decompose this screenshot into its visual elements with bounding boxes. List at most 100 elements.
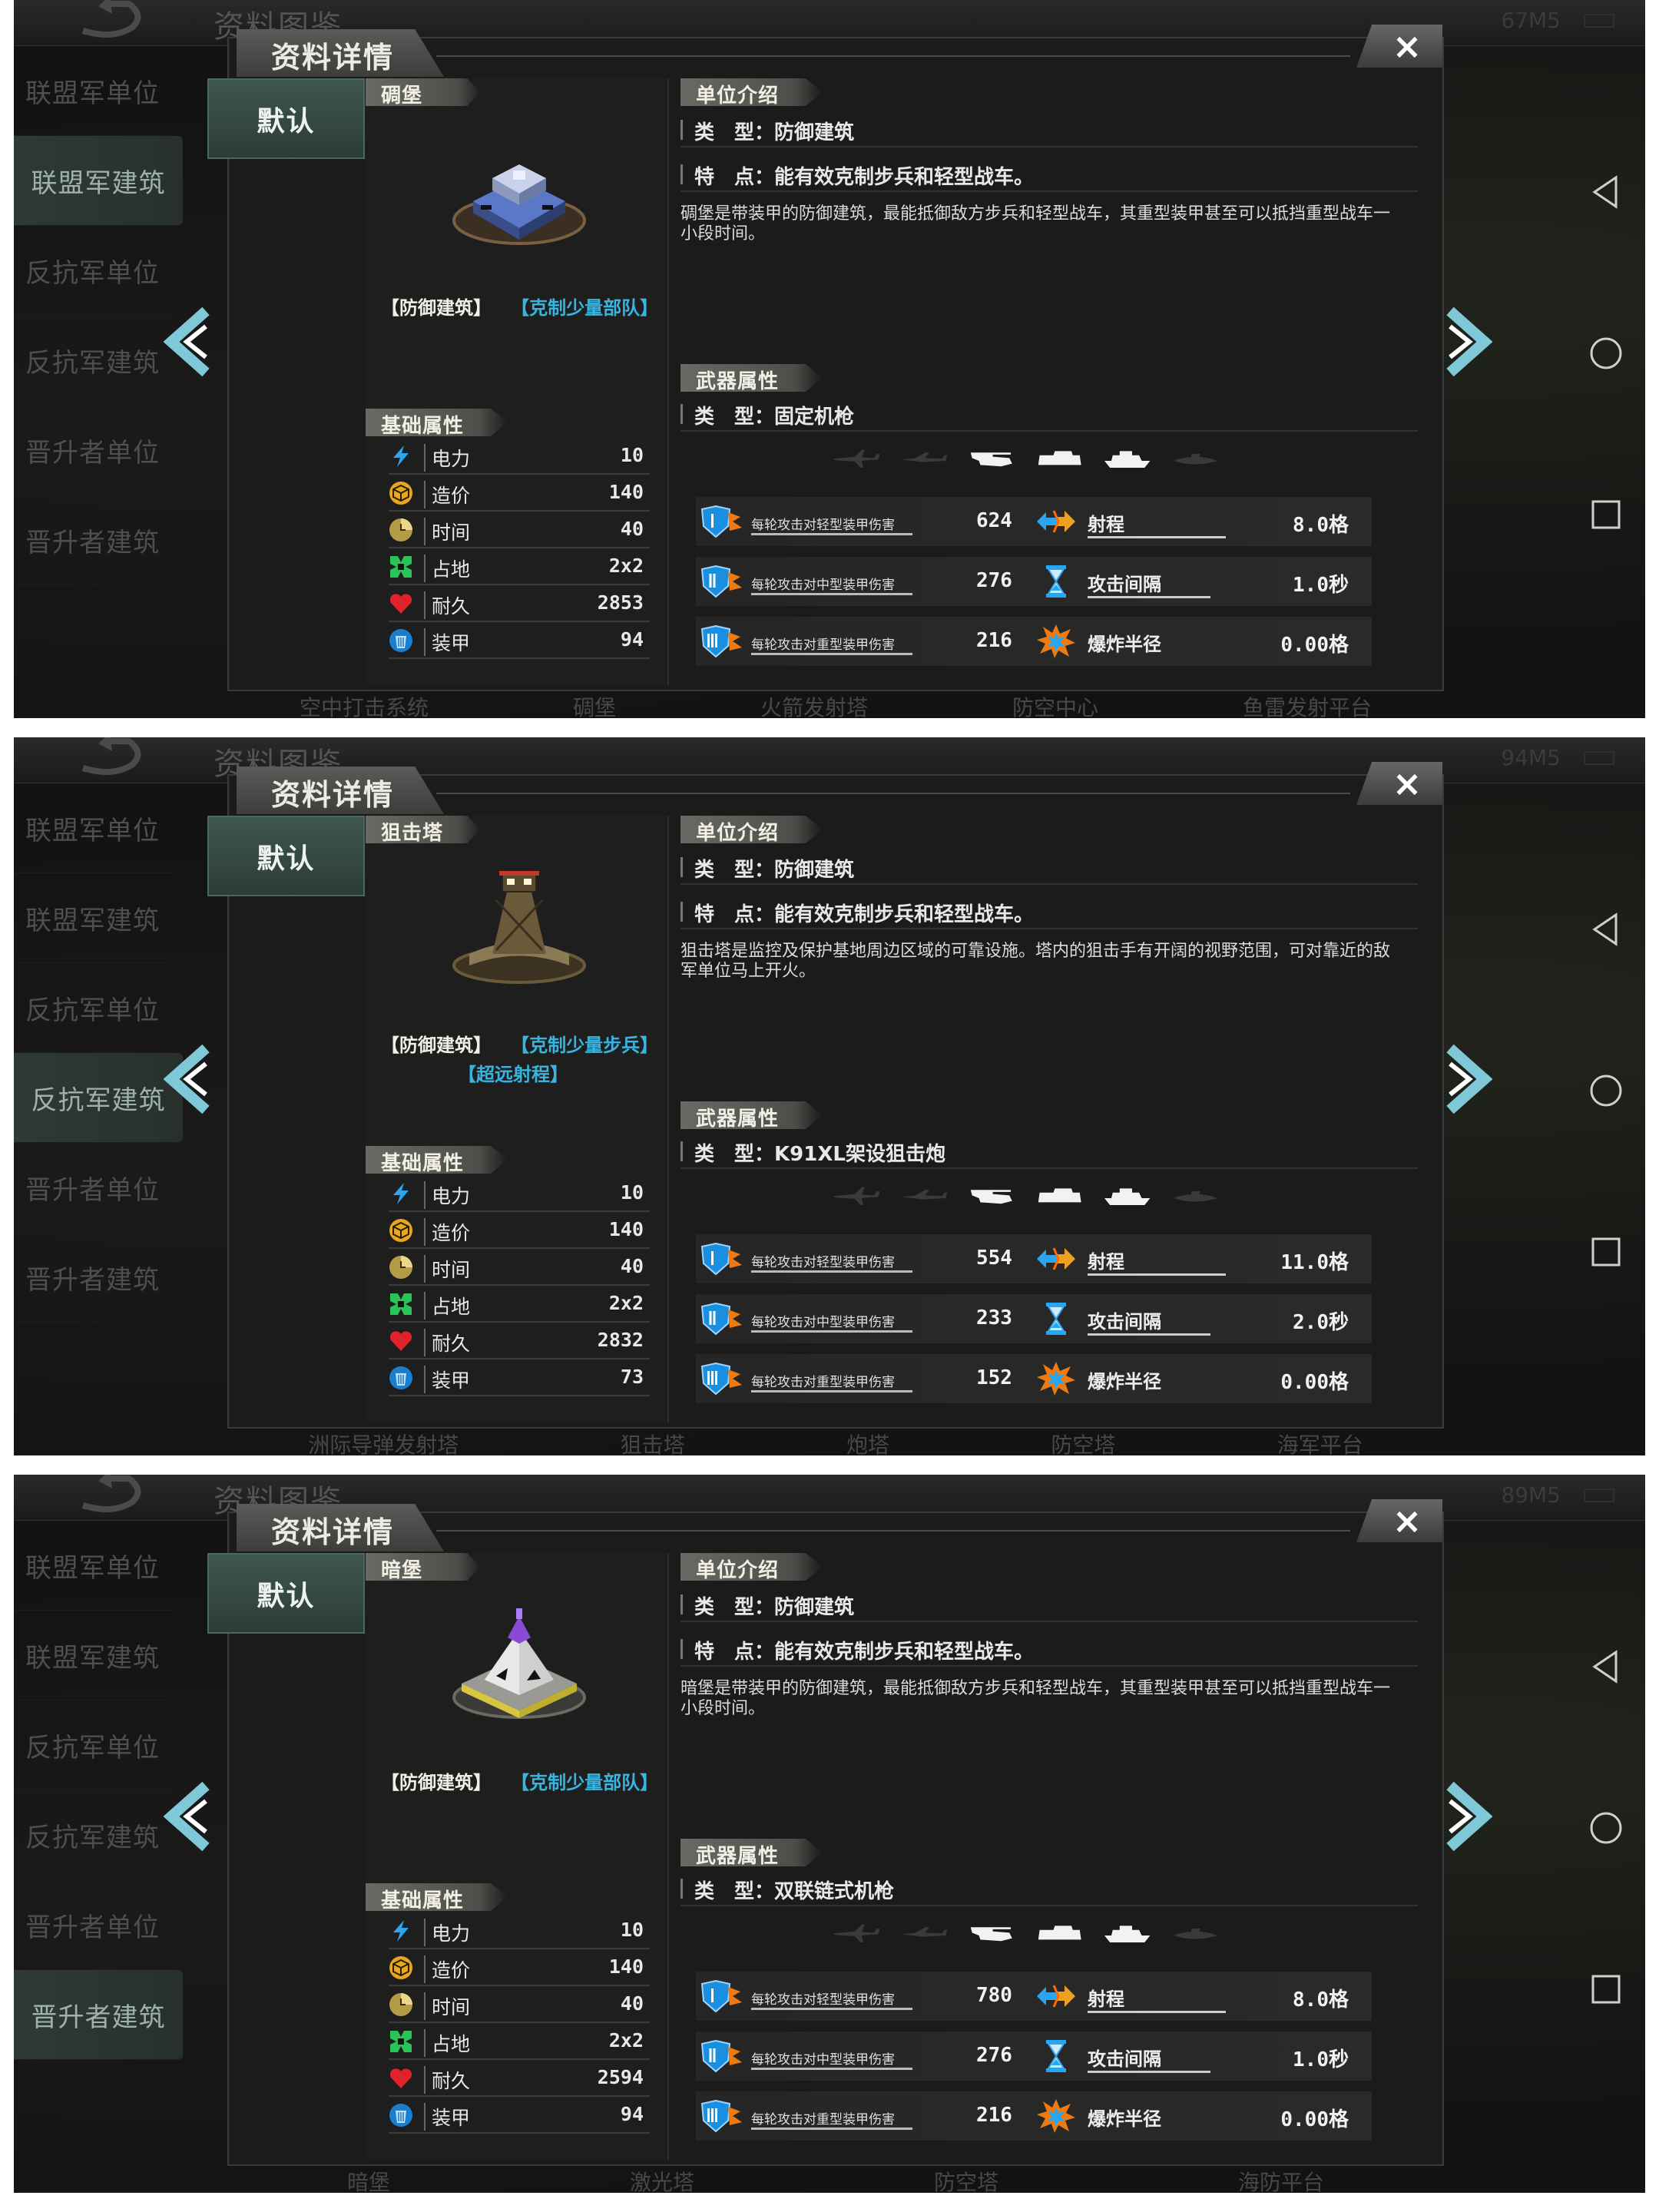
damage-value: 233 bbox=[976, 1306, 1012, 1330]
default-tab[interactable]: 默认 bbox=[207, 816, 365, 896]
sidebar-tab[interactable]: 晋升者单位 bbox=[14, 1880, 171, 1970]
submarine-icon bbox=[1173, 454, 1218, 465]
next-arrow-icon[interactable] bbox=[1439, 1045, 1492, 1114]
unit-image bbox=[450, 132, 588, 247]
carousel-item[interactable]: 防空塔 bbox=[1051, 1429, 1115, 1455]
unit-intro-header: 单位介绍 bbox=[680, 78, 823, 106]
status-text: 89M5 bbox=[1501, 1482, 1561, 1508]
armor-icon bbox=[389, 628, 413, 653]
aircraft-icon bbox=[834, 1187, 880, 1205]
sidebar-tab[interactable]: 反抗军建筑 bbox=[14, 316, 171, 406]
sidebar-tab[interactable]: 联盟军建筑 bbox=[14, 136, 183, 226]
carousel-item[interactable]: 海防平台 bbox=[1238, 2166, 1324, 2193]
nav-back-icon[interactable] bbox=[1587, 1647, 1625, 1686]
stat-value: 2832 bbox=[597, 1329, 644, 1351]
sidebar-tab[interactable]: 晋升者单位 bbox=[14, 1143, 171, 1233]
nav-recent-icon[interactable] bbox=[1587, 1233, 1625, 1271]
carousel-item[interactable]: 海军平台 bbox=[1277, 1429, 1363, 1455]
heart-icon bbox=[389, 1329, 413, 1353]
target-types bbox=[834, 1924, 1218, 1942]
weapon-attributes-header: 武器属性 bbox=[680, 1101, 823, 1129]
attribute-label: 射程 bbox=[1088, 1247, 1287, 1276]
sidebar-tab[interactable]: 晋升者建筑 bbox=[14, 495, 171, 585]
carousel-item[interactable]: 激光塔 bbox=[630, 2166, 694, 2193]
helicopter-icon bbox=[970, 452, 1012, 467]
sidebar-tab[interactable]: 反抗军建筑 bbox=[14, 1053, 183, 1143]
sidebar-tab[interactable]: 晋升者建筑 bbox=[14, 1233, 171, 1323]
damage-label: 每轮攻击对中型装甲伤害 bbox=[751, 574, 912, 595]
dialog-title: 资料详情 bbox=[237, 29, 444, 77]
carousel-item[interactable]: 炮塔 bbox=[846, 1429, 889, 1455]
prev-arrow-icon[interactable] bbox=[164, 1782, 217, 1851]
carousel-item[interactable]: 碉堡 bbox=[573, 691, 616, 718]
carousel-item[interactable]: 防空中心 bbox=[1012, 691, 1098, 718]
sidebar-tab[interactable]: 联盟军单位 bbox=[14, 1521, 171, 1611]
default-tab[interactable]: 默认 bbox=[207, 78, 365, 159]
nav-recent-icon[interactable] bbox=[1587, 495, 1625, 534]
stat-row: 电力 10 bbox=[389, 1912, 650, 1949]
attribute-value: 0.00格 bbox=[1280, 1371, 1349, 1394]
sidebar-tab[interactable]: 晋升者建筑 bbox=[14, 1970, 183, 2060]
sidebar-tab[interactable]: 联盟军建筑 bbox=[14, 1611, 171, 1700]
carousel-item[interactable]: 火箭发射塔 bbox=[760, 691, 868, 718]
title-divider bbox=[436, 55, 1350, 57]
stat-row: 耐久 2832 bbox=[389, 1323, 650, 1359]
attribute-label: 爆炸半径 bbox=[1088, 2108, 1161, 2130]
carousel-item[interactable]: 鱼雷发射平台 bbox=[1243, 691, 1372, 718]
carousel-item[interactable]: 洲际导弹发射塔 bbox=[308, 1429, 459, 1455]
stat-value: 140 bbox=[608, 1218, 644, 1240]
sidebar-tab[interactable]: 晋升者单位 bbox=[14, 406, 171, 495]
unit-image bbox=[450, 869, 588, 985]
sidebar-tab[interactable]: 反抗军单位 bbox=[14, 226, 171, 316]
prev-arrow-icon[interactable] bbox=[164, 1045, 217, 1114]
carousel-item[interactable]: 狙击塔 bbox=[621, 1429, 685, 1455]
damage-row: 每轮攻击对轻型装甲伤害 780 射程 8.0格 bbox=[696, 1972, 1372, 2021]
sidebar-tab[interactable]: 反抗军单位 bbox=[14, 963, 171, 1053]
sidebar-tab[interactable]: 联盟军建筑 bbox=[14, 873, 171, 963]
sidebar-tab[interactable]: 反抗军建筑 bbox=[14, 1790, 171, 1880]
jet-icon bbox=[902, 1190, 948, 1200]
clock-icon bbox=[389, 1992, 413, 2017]
next-arrow-icon[interactable] bbox=[1439, 307, 1492, 376]
damage-label: 每轮攻击对轻型装甲伤害 bbox=[751, 1251, 912, 1273]
nav-home-icon[interactable] bbox=[1587, 1809, 1625, 1847]
nav-home-icon[interactable] bbox=[1587, 1071, 1625, 1110]
sidebar-tab[interactable]: 反抗军单位 bbox=[14, 1700, 171, 1790]
unit-feature: 特 点：能有效克制步兵和轻型战车。 bbox=[680, 1630, 1418, 1667]
helicopter-icon bbox=[970, 1927, 1012, 1942]
stat-row: 电力 10 bbox=[389, 438, 650, 475]
damage-value: 276 bbox=[976, 2044, 1012, 2067]
hourglass-icon bbox=[1035, 563, 1077, 600]
nav-back-icon[interactable] bbox=[1587, 910, 1625, 949]
prev-arrow-icon[interactable] bbox=[164, 307, 217, 376]
damage-value: 554 bbox=[976, 1247, 1012, 1270]
stat-row: 造价 140 bbox=[389, 1949, 650, 1986]
back-icon[interactable] bbox=[68, 0, 152, 40]
tag-counter: 【克制少量部队】 bbox=[511, 297, 659, 319]
stat-value: 2853 bbox=[597, 591, 644, 614]
unit-carousel: 空中打击系统 碉堡 火箭发射塔 防空中心 鱼雷发射平台 bbox=[227, 691, 1444, 718]
unit-column: 碉堡 【防御建筑】 【克制少量部队】 基础属性 电力 10 造价 140 时间 … bbox=[366, 78, 669, 685]
carousel-item[interactable]: 空中打击系统 bbox=[300, 691, 429, 718]
sidebar-tab[interactable]: 联盟军单位 bbox=[14, 46, 171, 136]
detail-dialog: 资料详情 × 默认 暗堡 【防御建筑】 【克制少量部队】 基础属性 电力 10 … bbox=[207, 1499, 1444, 2166]
cube-icon bbox=[389, 1955, 413, 1980]
nav-recent-icon[interactable] bbox=[1587, 1970, 1625, 2008]
jet-icon bbox=[902, 452, 948, 462]
default-tab[interactable]: 默认 bbox=[207, 1553, 365, 1634]
weapon-type: 类 型：双联链式机枪 bbox=[680, 1869, 1418, 1906]
back-icon[interactable] bbox=[68, 737, 152, 777]
carousel-item[interactable]: 暗堡 bbox=[347, 2166, 390, 2193]
next-arrow-icon[interactable] bbox=[1439, 1782, 1492, 1851]
back-icon[interactable] bbox=[68, 1475, 152, 1515]
aircraft-icon bbox=[834, 1924, 880, 1942]
title-divider bbox=[436, 793, 1350, 794]
carousel-item[interactable]: 防空塔 bbox=[934, 2166, 998, 2193]
submarine-icon bbox=[1173, 1191, 1218, 1202]
nav-home-icon[interactable] bbox=[1587, 334, 1625, 373]
nav-back-icon[interactable] bbox=[1587, 173, 1625, 211]
attribute-label: 射程 bbox=[1088, 509, 1287, 538]
unit-image bbox=[450, 1607, 588, 1722]
sidebar-tab[interactable]: 联盟军单位 bbox=[14, 783, 171, 873]
stat-value: 140 bbox=[608, 481, 644, 503]
